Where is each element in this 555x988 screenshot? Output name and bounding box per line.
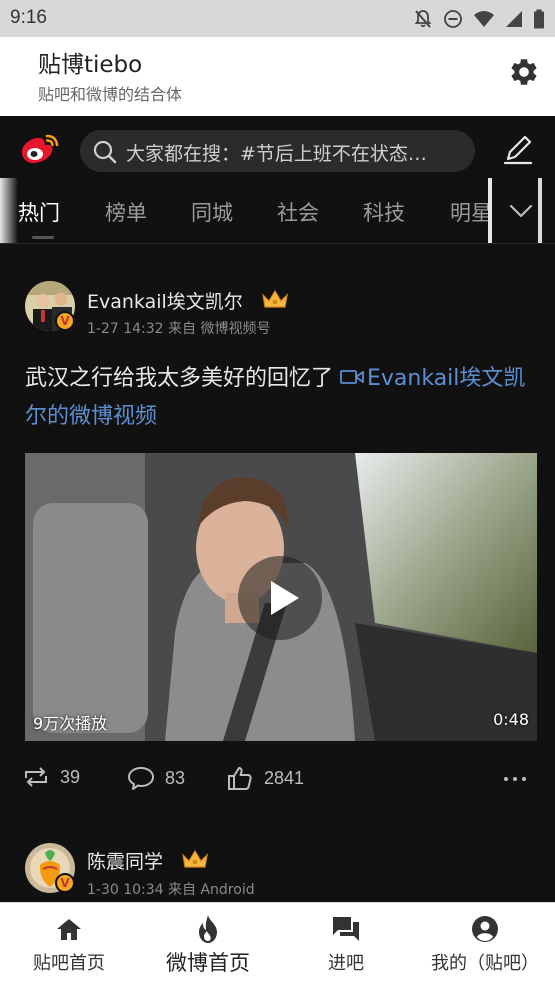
- app-header: 贴博tiebo 贴吧和微博的结合体: [0, 37, 555, 116]
- like-count: 2841: [264, 767, 305, 788]
- wifi-icon: [474, 11, 494, 27]
- post-actions: 39 83 2841: [0, 761, 555, 797]
- author-name[interactable]: 陈震同学: [87, 847, 163, 874]
- signal-icon: [506, 11, 522, 27]
- home-icon: [55, 915, 83, 943]
- feed-post: V 陈震同学 1-30 10:34 来自 Android: [0, 825, 555, 902]
- repost-count: 39: [60, 766, 81, 787]
- tab-tech[interactable]: 科技: [363, 197, 405, 227]
- post-body: 武汉之行给我太多美好的回忆了: [25, 366, 340, 391]
- search-box[interactable]: 大家都在搜：#节后上班不在状态…: [80, 130, 475, 172]
- post-meta: 1-30 10:34 来自 Android: [87, 882, 255, 898]
- status-time: 9:16: [10, 7, 47, 28]
- search-hint: 大家都在搜：#节后上班不在状态…: [126, 143, 427, 165]
- search-icon: [93, 140, 117, 164]
- verified-badge: V: [55, 873, 75, 893]
- nav-join-tieba[interactable]: 进吧: [300, 903, 392, 988]
- repost-button[interactable]: 39: [22, 765, 80, 789]
- tabs-fade-left: [0, 178, 18, 243]
- like-button[interactable]: 2841: [226, 765, 304, 791]
- comment-button[interactable]: 83: [127, 765, 185, 791]
- tab-society[interactable]: 社会: [277, 197, 319, 227]
- app-title: 贴博tiebo: [38, 52, 143, 78]
- chat-icon: [331, 915, 361, 943]
- play-button[interactable]: [238, 556, 322, 640]
- video-player[interactable]: 9万次播放 0:48: [25, 453, 537, 741]
- status-bar: 9:16: [0, 0, 555, 37]
- thumbs-up-icon: [228, 767, 252, 790]
- author-name[interactable]: Evankail埃文凯尔: [87, 287, 243, 314]
- status-icons: [413, 9, 545, 29]
- nav-label: 微博首页: [166, 951, 250, 975]
- play-count: 9万次播放: [33, 714, 108, 733]
- account-icon: [471, 915, 499, 943]
- crown-icon: [262, 289, 288, 308]
- tabs-more-button[interactable]: [506, 198, 536, 224]
- repost-icon: [25, 767, 47, 787]
- feed: V Evankail埃文凯尔 1-27 14:32 来自 微博视频号 武汉之行给…: [0, 245, 555, 902]
- video-link-icon: [340, 370, 364, 384]
- compose-icon: [503, 135, 533, 165]
- comment-count: 83: [165, 767, 186, 788]
- verified-badge: V: [55, 311, 75, 331]
- play-icon: [271, 581, 299, 615]
- nav-label: 贴吧首页: [33, 953, 105, 974]
- notifications-off-icon: [414, 10, 432, 28]
- tab-ranking[interactable]: 榜单: [105, 197, 147, 227]
- post-meta: 1-27 14:32 来自 微博视频号: [87, 321, 271, 337]
- crown-icon: [182, 849, 208, 868]
- active-tab-indicator: [32, 236, 54, 239]
- tab-local[interactable]: 同城: [191, 197, 233, 227]
- do-not-disturb-icon: [444, 10, 462, 28]
- tabs-fade-edge: [538, 178, 542, 243]
- nav-my-tieba[interactable]: 我的（贴吧）: [420, 903, 550, 988]
- weibo-top-bar: 大家都在搜：#节后上班不在状态…: [0, 116, 555, 178]
- more-options-button[interactable]: [502, 765, 528, 791]
- post-text: 武汉之行给我太多美好的回忆了 Evankail埃文凯尔的微博视频: [25, 360, 530, 436]
- battery-icon: [534, 9, 544, 29]
- bottom-nav: 贴吧首页 微博首页 进吧 我的（贴吧）: [0, 902, 555, 988]
- settings-button[interactable]: [507, 55, 541, 89]
- compose-button[interactable]: [501, 132, 535, 166]
- tabs-fade-edge: [488, 178, 492, 243]
- app-subtitle: 贴吧和微博的结合体: [38, 85, 183, 104]
- chevron-down-icon: [509, 204, 533, 218]
- tab-hot[interactable]: 热门: [18, 197, 60, 227]
- tab-celebrity[interactable]: 明星: [450, 197, 492, 227]
- video-duration: 0:48: [493, 710, 529, 729]
- nav-tieba-home[interactable]: 贴吧首页: [18, 903, 120, 988]
- weibo-logo-icon[interactable]: [18, 132, 60, 166]
- gear-icon: [511, 59, 537, 85]
- nav-weibo-home[interactable]: 微博首页: [150, 903, 266, 988]
- nav-label: 我的（贴吧）: [431, 953, 539, 974]
- category-tabs: 热门 榜单 同城 社会 科技 明星: [0, 178, 555, 244]
- more-horizontal-icon: [504, 777, 526, 781]
- flame-icon: [195, 915, 221, 943]
- nav-label: 进吧: [328, 953, 364, 974]
- comment-icon: [128, 767, 154, 790]
- feed-post: V Evankail埃文凯尔 1-27 14:32 来自 微博视频号 武汉之行给…: [0, 245, 555, 825]
